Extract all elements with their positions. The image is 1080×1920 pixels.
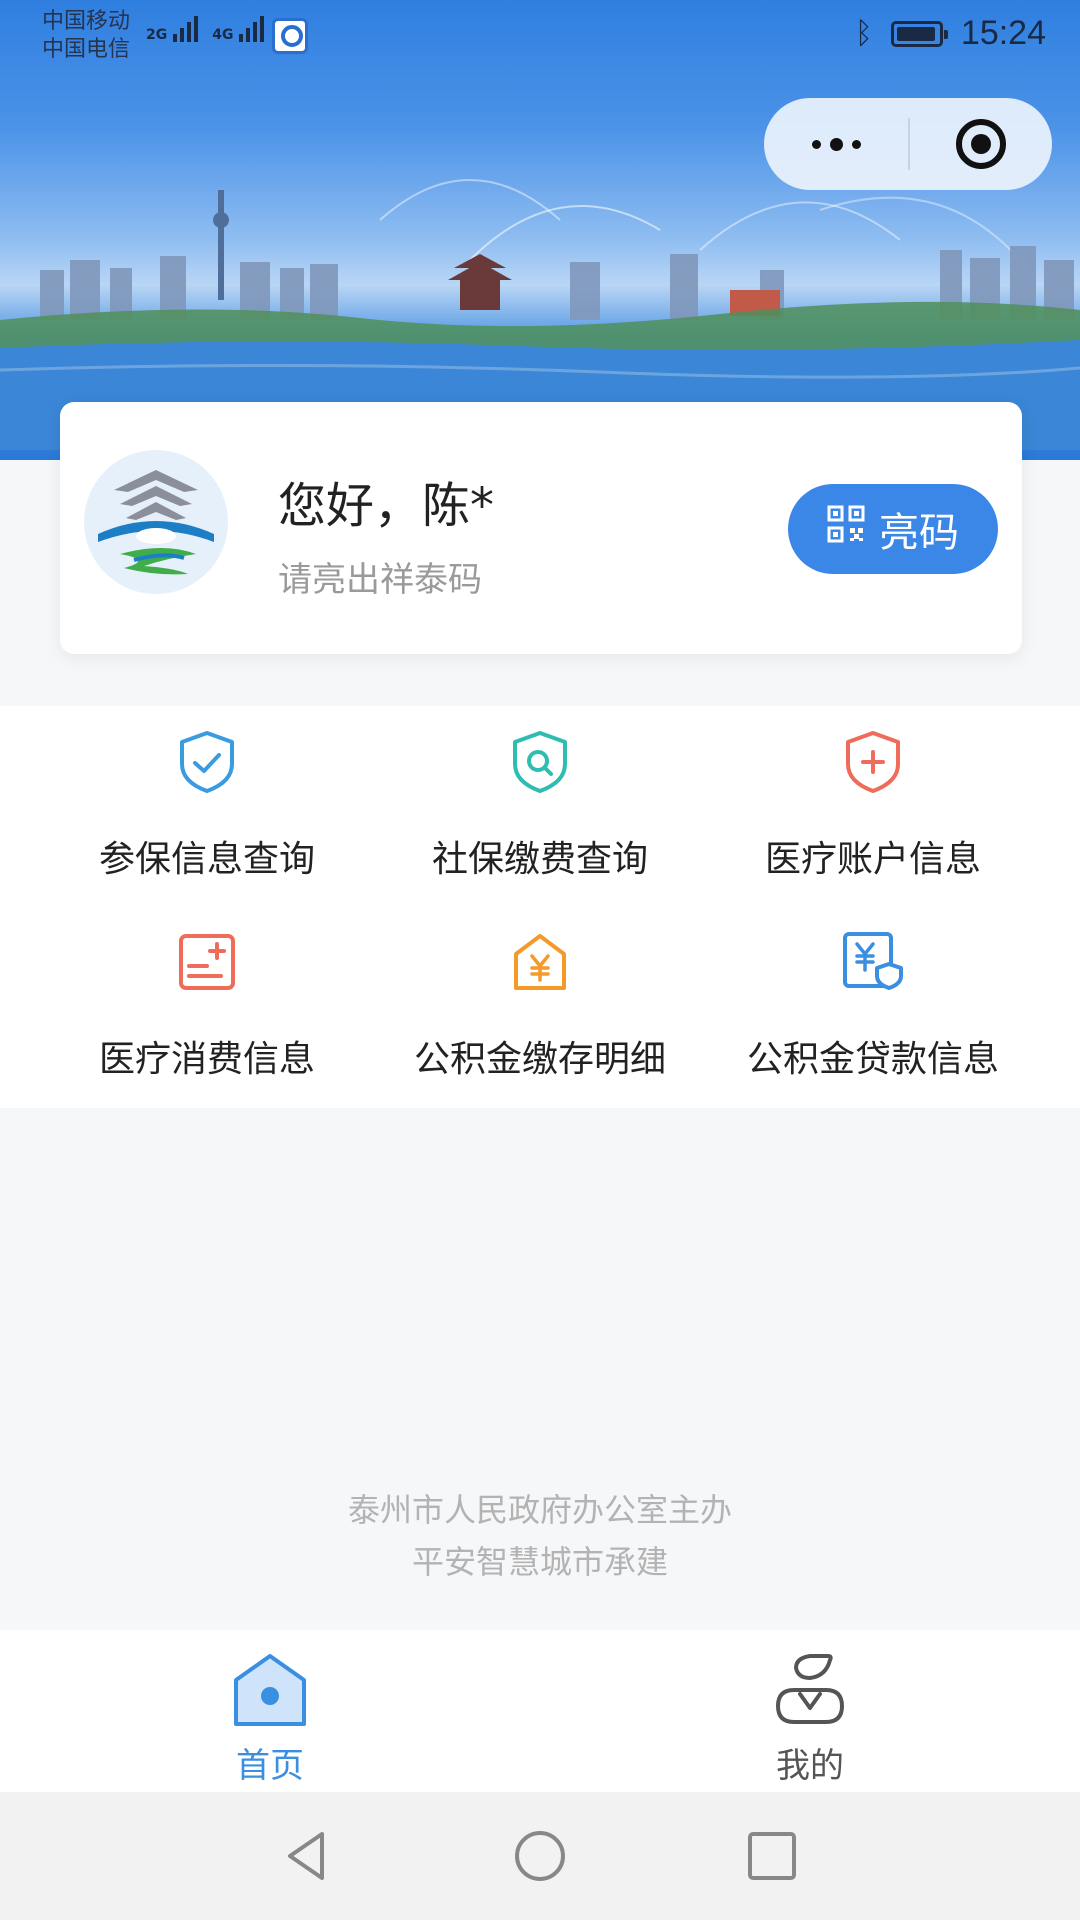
- service-label: 公积金缴存明细: [413, 1039, 666, 1080]
- signal-bars-icon: [239, 16, 265, 42]
- service-label: 参保信息查询: [98, 839, 315, 880]
- greeting-card: 您好，陈* 请亮出祥泰码 亮码: [60, 402, 1022, 654]
- yuan-house-icon: [514, 934, 566, 990]
- qr-code-icon: [827, 505, 865, 553]
- bottom-tab-bar: 首页 我的: [0, 1630, 1080, 1792]
- status-right: ᛒ 15:24: [855, 14, 1046, 53]
- app-notification-icon: [272, 18, 308, 54]
- service-item-medical-spending[interactable]: 医疗消费信息: [27, 906, 387, 1106]
- miniprogram-capsule: [764, 98, 1052, 190]
- service-item-insurance-query[interactable]: 参保信息查询: [27, 706, 387, 906]
- net-type-2: 4G: [212, 27, 234, 43]
- service-label: 医疗消费信息: [98, 1039, 315, 1080]
- tab-profile[interactable]: 我的: [540, 1630, 1080, 1792]
- city-logo-icon: [84, 450, 228, 594]
- greeting-subtitle: 请亮出祥泰码: [278, 560, 482, 600]
- yuan-card-shield-icon: [843, 932, 903, 990]
- shield-check-icon: [180, 731, 234, 793]
- profile-icon: [775, 1654, 845, 1724]
- status-time: 15:24: [960, 14, 1046, 52]
- carrier-labels: 中国移动 中国电信: [42, 8, 130, 64]
- service-item-payment-query[interactable]: 社保缴费查询: [360, 706, 720, 906]
- tab-profile-label: 我的: [776, 1746, 844, 1786]
- greeting-text: 您好，陈*: [278, 478, 495, 534]
- carrier-2: 中国电信: [42, 37, 131, 62]
- hero-banner: 中国移动 中国电信 2G 4G ᛒ 15:24: [0, 0, 1080, 460]
- tab-home-label: 首页: [236, 1746, 304, 1786]
- tab-home[interactable]: 首页: [0, 1630, 540, 1792]
- credits-line-2: 平安智慧城市承建: [411, 1543, 668, 1581]
- battery-icon: [890, 20, 948, 47]
- home-circle-icon[interactable]: [510, 1826, 570, 1886]
- home-icon: [234, 1654, 306, 1726]
- system-navigation-bar: [0, 1792, 1080, 1920]
- service-item-medical-account[interactable]: 医疗账户信息: [693, 706, 1053, 906]
- show-qr-label: 亮码: [879, 510, 959, 556]
- credits-line-1: 泰州市人民政府办公室主办: [347, 1491, 732, 1529]
- recents-square-icon[interactable]: [742, 1826, 802, 1886]
- service-label: 公积金贷款信息: [746, 1039, 999, 1080]
- service-item-fund-loan[interactable]: 公积金贷款信息: [693, 906, 1053, 1106]
- signal-bars-icon: [173, 16, 199, 42]
- back-triangle-icon[interactable]: [278, 1826, 338, 1886]
- medical-bill-icon: [179, 934, 235, 990]
- service-label: 医疗账户信息: [764, 839, 981, 880]
- carrier-1: 中国移动: [42, 9, 131, 34]
- net-type-1: 2G: [146, 27, 168, 43]
- footer-credits: 泰州市人民政府办公室主办 平安智慧城市承建: [0, 1484, 1080, 1588]
- service-item-fund-deposit[interactable]: 公积金缴存明细: [360, 906, 720, 1106]
- shield-search-icon: [513, 731, 567, 793]
- service-grid: 参保信息查询 社保缴费查询 医疗账户信息 医疗消费信息 公积金缴存明细 公积金贷…: [0, 706, 1080, 1108]
- target-close-icon[interactable]: [910, 98, 1052, 190]
- more-dots-icon[interactable]: [764, 98, 908, 190]
- show-qr-button[interactable]: 亮码: [788, 484, 998, 574]
- shield-plus-icon: [846, 731, 900, 793]
- signal-indicators: 2G 4G: [146, 16, 274, 42]
- status-bar: 中国移动 中国电信 2G 4G ᛒ 15:24: [0, 0, 1080, 74]
- service-label: 社保缴费查询: [431, 839, 648, 880]
- bluetooth-icon: ᛒ: [854, 16, 873, 51]
